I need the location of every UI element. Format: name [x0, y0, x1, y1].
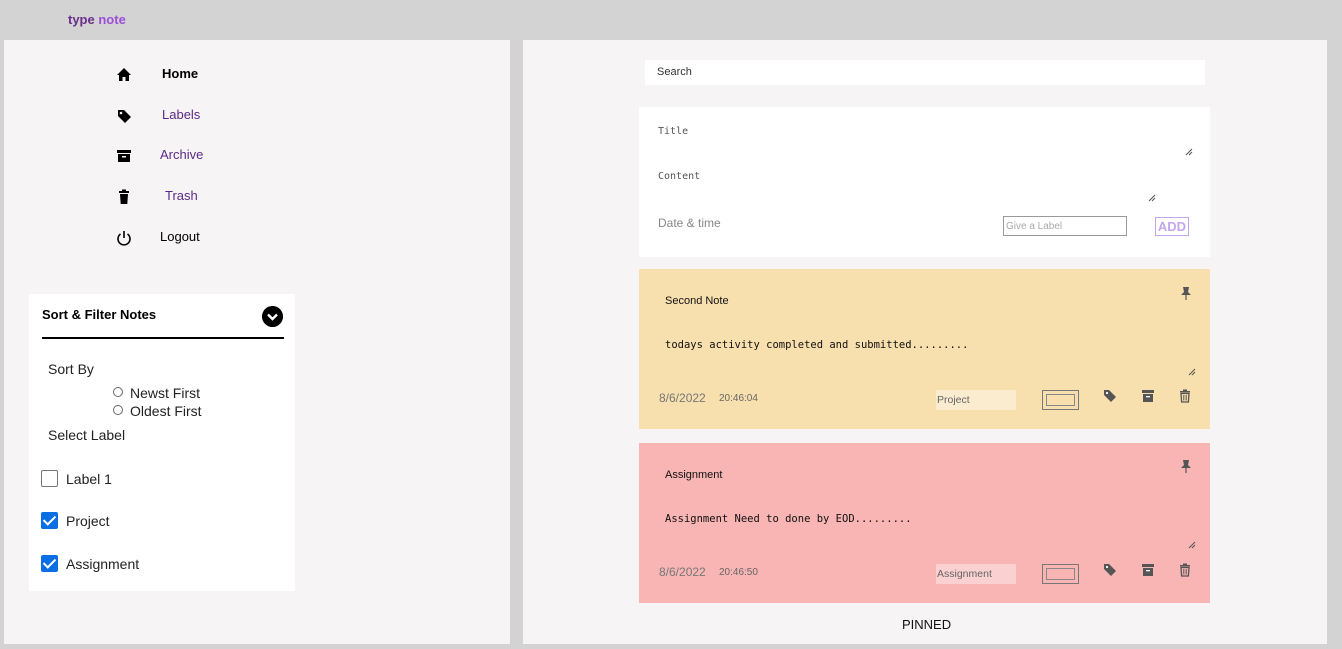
label-filter-assignment[interactable]: Assignment: [41, 555, 139, 572]
nav-label-trash: Trash: [165, 188, 198, 203]
color-picker[interactable]: [1042, 390, 1079, 410]
label-filter-name: Assignment: [66, 556, 140, 572]
note-title[interactable]: Second Note: [665, 295, 729, 307]
content-field[interactable]: Content: [658, 171, 700, 182]
sort-by-label: Sort By: [48, 361, 94, 377]
note-date: 8/6/2022: [659, 565, 706, 579]
radio-button[interactable]: [113, 387, 123, 397]
nav-item-home[interactable]: Home: [115, 62, 235, 88]
note-label-input[interactable]: Project: [936, 390, 1016, 410]
power-icon: [117, 231, 131, 246]
note-time: 20:46:04: [719, 393, 758, 404]
label-filter-label-1[interactable]: Label 1: [41, 470, 112, 487]
pinned-section-label: PINNED: [902, 617, 952, 632]
archive-icon[interactable]: [1141, 563, 1155, 577]
note-label-input[interactable]: Assignment: [936, 564, 1016, 584]
note-composer: Title Content Date & time Give a Label A…: [639, 107, 1210, 257]
resize-handle-icon[interactable]: [1188, 368, 1196, 376]
title-field[interactable]: Title: [658, 126, 688, 137]
note-body[interactable]: todays activity completed and submitted.…: [665, 339, 968, 351]
note-title[interactable]: Assignment: [665, 469, 722, 481]
home-icon: [117, 68, 131, 81]
pin-icon[interactable]: [1180, 459, 1192, 474]
label-filter-project[interactable]: Project: [41, 512, 110, 529]
resize-handle-icon[interactable]: [1185, 148, 1193, 156]
nav-item-labels[interactable]: Labels: [115, 103, 235, 129]
search-input[interactable]: Search: [645, 60, 1205, 85]
nav-item-archive[interactable]: Archive: [115, 143, 235, 169]
divider: [42, 337, 284, 339]
color-picker[interactable]: [1042, 564, 1079, 584]
resize-handle-icon[interactable]: [1188, 541, 1196, 549]
nav-label-logout: Logout: [160, 229, 200, 244]
chevron-down-icon[interactable]: [262, 306, 283, 327]
radio-button[interactable]: [113, 405, 123, 415]
checkbox[interactable]: [41, 555, 58, 572]
sort-option-label: Newst First: [130, 385, 200, 401]
checkbox[interactable]: [41, 470, 58, 487]
nav-item-logout[interactable]: Logout: [115, 225, 235, 251]
checkbox[interactable]: [41, 512, 58, 529]
label-input[interactable]: Give a Label: [1003, 216, 1127, 236]
nav-label-labels: Labels: [162, 107, 201, 122]
archive-icon[interactable]: [1141, 389, 1155, 403]
nav-label-archive: Archive: [160, 147, 204, 162]
tag-icon: [118, 110, 131, 123]
note-date: 8/6/2022: [659, 391, 706, 405]
resize-handle-icon[interactable]: [1148, 194, 1156, 202]
note-card[interactable]: Second Note todays activity completed an…: [639, 269, 1210, 429]
trash-icon[interactable]: [1178, 389, 1192, 403]
sort-option-label: Oldest First: [130, 403, 202, 419]
note-card[interactable]: Assignment Assignment Need to done by EO…: [639, 443, 1210, 603]
sort-option-oldest[interactable]: Oldest First: [113, 403, 202, 419]
brand-logo[interactable]: type note: [68, 12, 126, 27]
brand-type: type: [68, 12, 95, 27]
sort-filter-title: Sort & Filter Notes: [42, 307, 157, 322]
archive-icon: [117, 150, 131, 162]
label-filter-name: Label 1: [66, 471, 112, 487]
sort-option-newest[interactable]: Newst First: [113, 385, 200, 401]
select-label-heading: Select Label: [48, 427, 126, 443]
note-body[interactable]: Assignment Need to done by EOD.........: [665, 513, 912, 525]
label-filter-name: Project: [66, 513, 110, 529]
nav-item-trash[interactable]: Trash: [115, 184, 235, 210]
tag-icon[interactable]: [1103, 563, 1117, 577]
nav-label-home: Home: [162, 66, 199, 81]
trash-icon[interactable]: [1178, 563, 1192, 577]
tag-icon[interactable]: [1103, 389, 1117, 403]
trash-icon: [119, 189, 129, 204]
top-bar: type note: [0, 0, 1342, 40]
sort-filter-panel: Sort & Filter Notes Sort By Newst First …: [29, 294, 295, 591]
brand-note: note: [98, 12, 126, 27]
pin-icon[interactable]: [1180, 286, 1192, 301]
note-time: 20:46:50: [719, 567, 758, 578]
date-time-field[interactable]: Date & time: [658, 216, 721, 230]
add-button[interactable]: ADD: [1155, 217, 1189, 236]
